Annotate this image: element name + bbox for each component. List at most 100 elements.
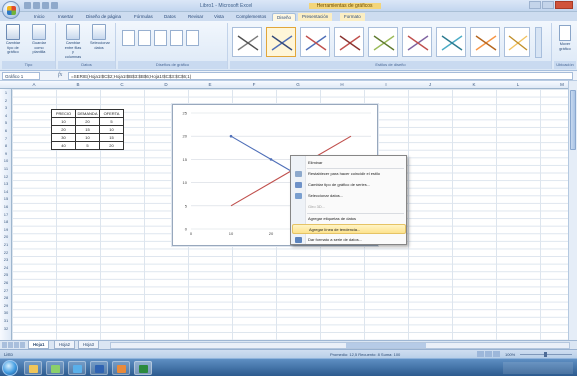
zoom-slider[interactable] (520, 352, 572, 357)
row-header[interactable]: 9 (0, 151, 12, 156)
row-header[interactable]: 21 (0, 242, 12, 247)
table-cell[interactable]: 20 (51, 125, 76, 134)
tab-formulas[interactable]: Fórmulas (130, 13, 157, 21)
column-header[interactable]: C (100, 82, 144, 87)
table-cell[interactable]: 10 (51, 117, 76, 126)
close-button[interactable] (555, 1, 573, 9)
row-header[interactable]: 23 (0, 257, 12, 262)
row-header[interactable]: 7 (0, 136, 12, 141)
formula-input[interactable]: =SERIE(Hoja1!$C$2;Hoja1!$B$3:$B$6;Hoja1!… (68, 72, 573, 80)
table-cell[interactable]: 5 (75, 141, 100, 150)
taskbar-browser-button[interactable] (68, 361, 86, 375)
row-header[interactable]: 31 (0, 318, 12, 323)
chart-style-1[interactable] (232, 27, 262, 57)
tab-presentacion[interactable]: Presentación (298, 13, 333, 21)
table-cell[interactable]: 5 (99, 117, 124, 126)
styles-gallery-scroll[interactable] (535, 27, 542, 58)
column-header[interactable]: A (12, 82, 56, 87)
tab-revisar[interactable]: Revisar (184, 13, 207, 21)
table-cell[interactable]: 30 (51, 133, 76, 142)
row-header[interactable]: 5 (0, 120, 12, 125)
chart-style-6[interactable] (402, 27, 432, 57)
row-header[interactable]: 6 (0, 128, 12, 133)
office-button[interactable] (2, 1, 20, 19)
chart-layout-4[interactable] (170, 30, 183, 46)
first-sheet-icon[interactable] (2, 342, 7, 348)
column-header[interactable]: E (188, 82, 232, 87)
select-data-button[interactable]: Seleccionar datos (90, 24, 110, 50)
sheet-tab-hoja2[interactable]: Hoja2 (54, 341, 75, 349)
customize-qat-icon[interactable] (51, 2, 58, 9)
page-break-view-icon[interactable] (493, 351, 500, 357)
row-header[interactable]: 28 (0, 295, 12, 300)
column-header[interactable]: D (144, 82, 188, 87)
sheet-tab-hoja1[interactable]: Hoja1 (28, 341, 50, 349)
menu-item-select-data[interactable]: Seleccionar datos... (292, 191, 406, 201)
vertical-scroll-thumb[interactable] (570, 90, 576, 150)
column-header[interactable]: I (364, 82, 408, 87)
sheet-tab-hoja3[interactable]: Hoja3 (78, 341, 99, 349)
menu-item-delete[interactable]: Eliminar (292, 158, 406, 168)
start-button[interactable] (2, 360, 18, 376)
row-header[interactable]: 29 (0, 303, 12, 308)
table-cell[interactable]: 15 (99, 133, 124, 142)
row-header[interactable]: 27 (0, 288, 12, 293)
chart-style-3[interactable] (300, 27, 330, 57)
row-header[interactable]: 20 (0, 234, 12, 239)
page-layout-view-icon[interactable] (485, 351, 492, 357)
tab-diseno[interactable]: Diseño (272, 13, 297, 21)
fx-icon[interactable]: fx (58, 72, 62, 78)
column-header[interactable]: L (496, 82, 540, 87)
table-cell[interactable]: 10 (99, 125, 124, 134)
row-header[interactable]: 8 (0, 143, 12, 148)
menu-item-add-data-labels[interactable]: Agregar etiquetas de datos (292, 214, 406, 224)
row-header[interactable]: 17 (0, 212, 12, 217)
row-header[interactable]: 32 (0, 326, 12, 331)
maximize-button[interactable] (542, 1, 554, 9)
row-header[interactable]: 2 (0, 98, 12, 103)
chart-layout-5[interactable] (186, 30, 199, 46)
zoom-level[interactable]: 100% (505, 352, 515, 357)
row-header[interactable]: 24 (0, 265, 12, 270)
tab-datos[interactable]: Datos (160, 13, 180, 21)
tab-diseno-pagina[interactable]: Diseño de página (82, 13, 125, 21)
table-cell[interactable]: 10 (75, 133, 100, 142)
switch-row-column-button[interactable]: Cambiar entre filas y columnas (64, 24, 82, 59)
chart-style-8[interactable] (470, 27, 500, 57)
row-header[interactable]: 14 (0, 189, 12, 194)
chart-style-4[interactable] (334, 27, 364, 57)
chart-style-9[interactable] (504, 27, 530, 57)
row-header[interactable]: 18 (0, 219, 12, 224)
undo-icon[interactable] (33, 2, 40, 9)
menu-item-format-series[interactable]: Dar formato a serie de datos... (292, 235, 406, 245)
row-header[interactable]: 30 (0, 310, 12, 315)
row-header[interactable]: 22 (0, 250, 12, 255)
horizontal-scroll-thumb[interactable] (346, 343, 426, 348)
horizontal-scrollbar[interactable] (110, 342, 570, 349)
tab-inicio[interactable]: Inicio (30, 13, 49, 21)
column-header[interactable]: J (408, 82, 452, 87)
taskbar-excel-button[interactable] (134, 361, 152, 375)
row-header[interactable]: 11 (0, 166, 12, 171)
table-header-cell[interactable]: DEMANDA (75, 109, 100, 118)
vertical-scrollbar[interactable] (568, 81, 577, 340)
save-template-button[interactable]: Guardar como plantilla (30, 24, 48, 55)
tab-vista[interactable]: Vista (210, 13, 228, 21)
row-header[interactable]: 4 (0, 113, 12, 118)
column-header[interactable]: H (320, 82, 364, 87)
prev-sheet-icon[interactable] (8, 342, 13, 348)
chart-layout-3[interactable] (154, 30, 167, 46)
table-header-cell[interactable]: PRECIO (51, 109, 76, 118)
row-header[interactable]: 25 (0, 272, 12, 277)
last-sheet-icon[interactable] (20, 342, 25, 348)
system-tray[interactable] (503, 362, 573, 374)
row-header[interactable]: 10 (0, 158, 12, 163)
chart-style-2[interactable] (266, 27, 296, 57)
row-header[interactable]: 12 (0, 174, 12, 179)
taskbar-paint-button[interactable] (112, 361, 130, 375)
taskbar-media-button[interactable] (46, 361, 64, 375)
save-icon[interactable] (24, 2, 31, 9)
menu-item-reset-style[interactable]: Restablecer para hacer coincidir el esti… (292, 169, 406, 179)
column-header[interactable]: G (276, 82, 320, 87)
column-header[interactable]: B (56, 82, 100, 87)
